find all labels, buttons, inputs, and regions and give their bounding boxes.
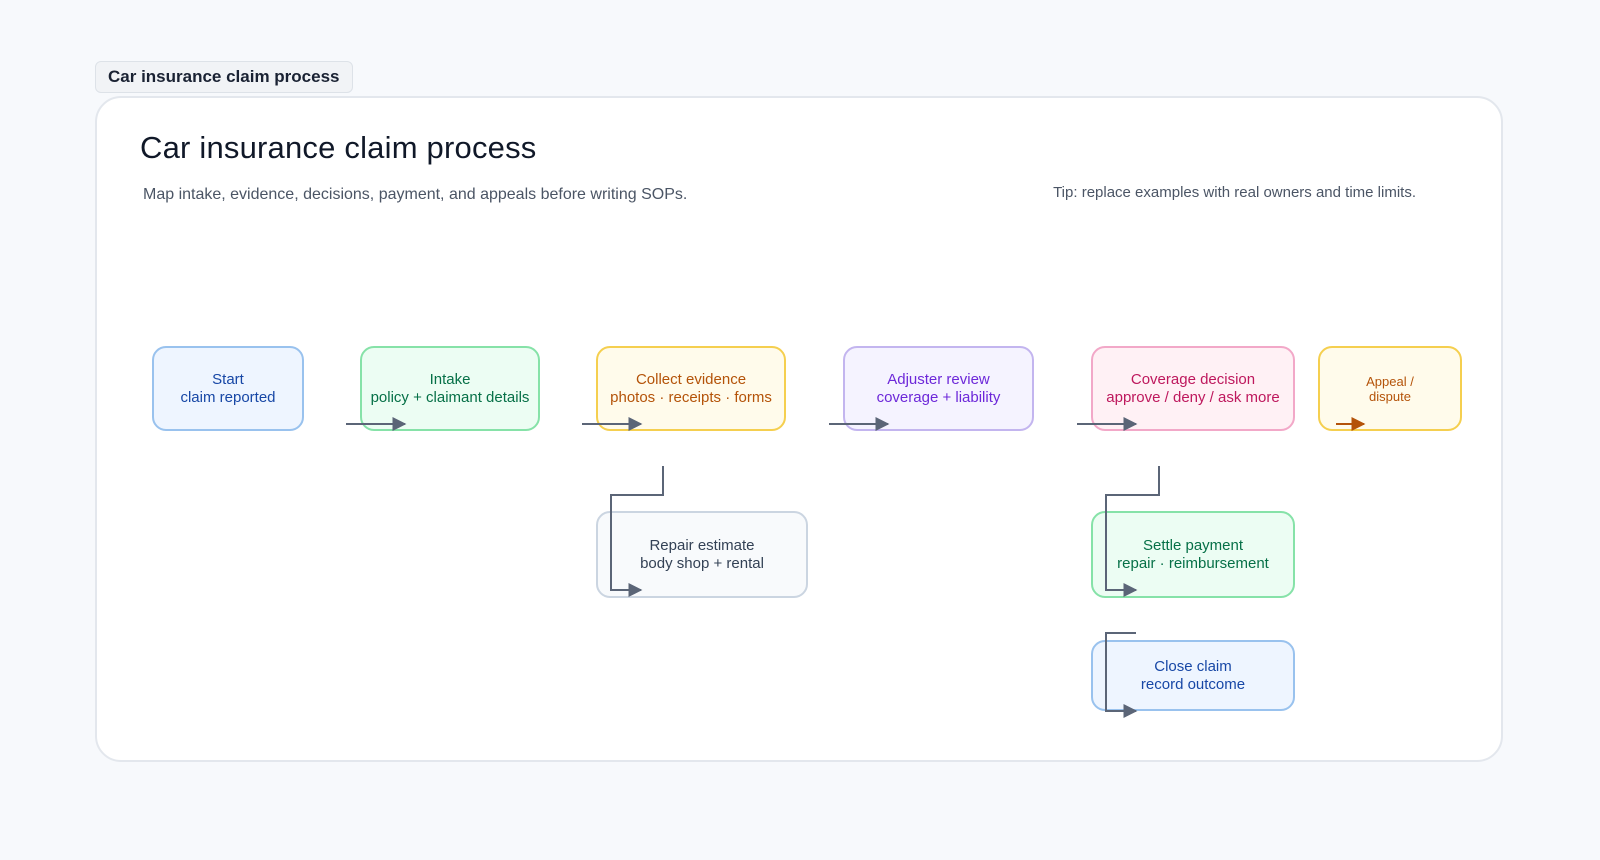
diagram-tab[interactable]: Car insurance claim process [95,61,353,93]
node-repair-estimate-title: Repair estimate [649,536,755,554]
diagram-tab-label: Car insurance claim process [108,67,340,86]
node-repair-estimate-detail: body shop + rental [640,554,764,572]
node-collect-evidence-title: Collect evidence [635,370,747,388]
node-appeal-dispute[interactable]: Appeal / dispute [1318,346,1462,431]
node-start-title: Start [212,370,244,388]
node-settle-payment-detail: repair · reimbursement [1117,554,1269,572]
node-coverage-decision-title: Coverage decision [1130,370,1256,388]
node-collect-evidence[interactable]: Collect evidence photos · receipts · for… [596,346,786,431]
node-start[interactable]: Start claim reported [152,346,304,431]
node-repair-estimate[interactable]: Repair estimate body shop + rental [596,511,808,598]
node-adjuster-review-detail: coverage + liability [876,388,1001,406]
node-close-claim[interactable]: Close claim record outcome [1091,640,1295,711]
node-collect-evidence-detail: photos · receipts · forms [610,388,772,406]
node-settle-payment[interactable]: Settle payment repair · reimbursement [1091,511,1295,598]
node-settle-payment-title: Settle payment [1142,536,1244,554]
node-coverage-decision[interactable]: Coverage decision approve / deny / ask m… [1091,346,1295,431]
node-coverage-decision-detail: approve / deny / ask more [1106,388,1280,406]
node-start-detail: claim reported [180,388,276,406]
tip-text: Tip: replace examples with real owners a… [1053,184,1416,201]
page-subtitle: Map intake, evidence, decisions, payment… [143,186,688,203]
node-adjuster-review[interactable]: Adjuster review coverage + liability [843,346,1034,431]
node-close-claim-title: Close claim [1154,657,1232,675]
node-appeal-dispute-title: Appeal / [1366,373,1414,389]
page-title: Car insurance claim process [140,130,537,165]
node-close-claim-detail: record outcome [1140,675,1246,693]
node-intake[interactable]: Intake policy + claimant details [360,346,540,431]
node-intake-title: Intake [429,370,471,388]
node-adjuster-review-title: Adjuster review [887,370,990,388]
node-intake-detail: policy + claimant details [370,388,530,406]
node-appeal-dispute-detail: dispute [1369,388,1411,404]
